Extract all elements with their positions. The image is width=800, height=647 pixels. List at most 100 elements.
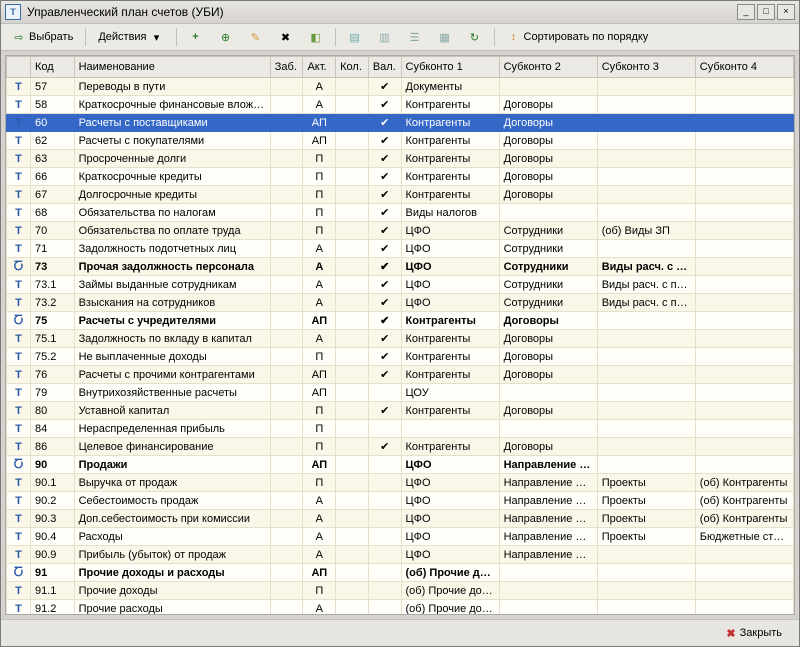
cell-zab [270, 96, 303, 114]
cell-sub3 [597, 96, 695, 114]
table-row[interactable]: T71Задолжность подотчетных лицА✔ЦФОСотру… [7, 240, 794, 258]
table-row[interactable]: T75.2Не выплаченные доходыП✔КонтрагентыД… [7, 348, 794, 366]
cell-sub1: (об) Прочие до… [401, 564, 499, 582]
data-grid[interactable]: КодНаименованиеЗаб.Акт.Кол.Вал.Субконто … [5, 55, 795, 615]
table-row[interactable]: T60Расчеты с поставщикамиАП✔КонтрагентыД… [7, 114, 794, 132]
select-label: Выбрать [29, 31, 73, 43]
cell-kol [336, 258, 369, 276]
sort-button[interactable]: ↕ Сортировать по порядку [500, 26, 656, 48]
cell-act: А [303, 600, 336, 616]
cell-sub2: Договоры [499, 348, 597, 366]
table-row[interactable]: T76Расчеты с прочими контрагентамиАП✔Кон… [7, 366, 794, 384]
table-row[interactable]: T84Нераспределенная прибыльП [7, 420, 794, 438]
table-row[interactable]: T57Переводы в путиА✔Документы [7, 78, 794, 96]
cell-name: Прочая задолжность персонала [74, 258, 270, 276]
cell-val: ✔ [368, 150, 401, 168]
cell-sub4 [695, 186, 793, 204]
cell-val: ✔ [368, 402, 401, 420]
column-header[interactable]: Наименование [74, 57, 270, 78]
table-row[interactable]: T73.2Взыскания на сотрудниковА✔ЦФОСотруд… [7, 294, 794, 312]
tool1-button[interactable]: ▤ [341, 26, 369, 48]
close-footer-button[interactable]: ✖ Закрыть [717, 624, 791, 643]
column-header[interactable]: Субконто 3 [597, 57, 695, 78]
table-row[interactable]: T62Расчеты с покупателямиАП✔КонтрагентыД… [7, 132, 794, 150]
tool2-button[interactable]: ▥ [371, 26, 399, 48]
add-group-button[interactable]: ⊕ [212, 26, 240, 48]
table-row[interactable]: T68Обязательства по налогамП✔Виды налого… [7, 204, 794, 222]
column-header[interactable]: Акт. [303, 57, 336, 78]
cell-sub3 [597, 438, 695, 456]
cell-zab [270, 474, 303, 492]
table-row[interactable]: T73.1Займы выданные сотрудникамА✔ЦФОСотр… [7, 276, 794, 294]
cell-name: Переводы в пути [74, 78, 270, 96]
cell-act: А [303, 510, 336, 528]
column-header[interactable]: Вал. [368, 57, 401, 78]
row-type-icon: T [7, 132, 31, 150]
cell-sub2 [499, 600, 597, 616]
table-row[interactable]: T91.1Прочие доходыП(об) Прочие доход… [7, 582, 794, 600]
cell-val [368, 384, 401, 402]
column-header[interactable] [7, 57, 31, 78]
table-row[interactable]: Ⴀ75Расчеты с учредителямиАП✔КонтрагентыД… [7, 312, 794, 330]
select-button[interactable]: ⇨ Выбрать [5, 26, 80, 48]
actions-label: Действия [98, 31, 146, 43]
column-header[interactable]: Субконто 4 [695, 57, 793, 78]
table-row[interactable]: T66Краткосрочные кредитыП✔КонтрагентыДог… [7, 168, 794, 186]
table-row[interactable]: T58Краткосрочные финансовые вложенияА✔Ко… [7, 96, 794, 114]
cell-sub2 [499, 204, 597, 222]
column-header[interactable]: Субконто 2 [499, 57, 597, 78]
table-row[interactable]: T79Внутрихозяйственные расчетыАПЦОУ [7, 384, 794, 402]
refresh-button[interactable]: ↻ [461, 26, 489, 48]
column-header[interactable]: Код [30, 57, 74, 78]
minimize-button[interactable]: _ [737, 4, 755, 20]
cell-sub3 [597, 348, 695, 366]
table-row[interactable]: T86Целевое финансированиеП✔КонтрагентыДо… [7, 438, 794, 456]
table-row[interactable]: T90.3Доп.себестоимость при комиссииАЦФОН… [7, 510, 794, 528]
maximize-button[interactable]: □ [757, 4, 775, 20]
cell-zab [270, 312, 303, 330]
table-row[interactable]: T75.1Задолжность по вкладу в капиталА✔Ко… [7, 330, 794, 348]
cell-name: Расчеты с прочими контрагентами [74, 366, 270, 384]
table-row[interactable]: T90.2Себестоимость продажАЦФОНаправление… [7, 492, 794, 510]
table-row[interactable]: Ⴀ91Прочие доходы и расходыАП(об) Прочие … [7, 564, 794, 582]
cell-val: ✔ [368, 204, 401, 222]
table-row[interactable]: Ⴀ90ПродажиАПЦФОНаправление деят… [7, 456, 794, 474]
row-type-icon: T [7, 510, 31, 528]
cell-sub4 [695, 258, 793, 276]
cell-code: 70 [30, 222, 74, 240]
table-row[interactable]: T70Обязательства по оплате трудаП✔ЦФОСот… [7, 222, 794, 240]
add-button[interactable]: + [182, 26, 210, 48]
row-type-icon: T [7, 204, 31, 222]
table-row[interactable]: T90.9Прибыль (убыток) от продажАЦФОНапра… [7, 546, 794, 564]
cell-zab [270, 168, 303, 186]
table-row[interactable]: T80Уставной капиталП✔КонтрагентыДоговоры [7, 402, 794, 420]
tool3-button[interactable]: ☰ [401, 26, 429, 48]
cell-act: П [303, 204, 336, 222]
cell-zab [270, 456, 303, 474]
row-type-icon: T [7, 222, 31, 240]
tool4-button[interactable]: ▦ [431, 26, 459, 48]
cell-name: Задолжность подотчетных лиц [74, 240, 270, 258]
cell-kol [336, 546, 369, 564]
table-row[interactable]: T63Просроченные долгиП✔КонтрагентыДогово… [7, 150, 794, 168]
cell-sub3 [597, 330, 695, 348]
table-row[interactable]: T67Долгосрочные кредитыП✔КонтрагентыДого… [7, 186, 794, 204]
close-button[interactable]: × [777, 4, 795, 20]
column-header[interactable]: Кол. [336, 57, 369, 78]
cell-kol [336, 294, 369, 312]
cell-code: 71 [30, 240, 74, 258]
edit-button[interactable]: ✎ [242, 26, 270, 48]
table-row[interactable]: T90.4РасходыАЦФОНаправление деятель…Прое… [7, 528, 794, 546]
table-row[interactable]: T90.1Выручка от продажПЦФОНаправление де… [7, 474, 794, 492]
row-type-icon: T [7, 330, 31, 348]
cell-name: Обязательства по оплате труда [74, 222, 270, 240]
mark-button[interactable]: ◧ [302, 26, 330, 48]
cell-sub4 [695, 330, 793, 348]
delete-button[interactable]: ✖ [272, 26, 300, 48]
actions-menu[interactable]: Действия ▾ [91, 26, 170, 48]
column-header[interactable]: Субконто 1 [401, 57, 499, 78]
table-row[interactable]: Ⴀ73Прочая задолжность персоналаА✔ЦФОСотр… [7, 258, 794, 276]
column-header[interactable]: Заб. [270, 57, 303, 78]
table-row[interactable]: T91.2Прочие расходыА(об) Прочие доход… [7, 600, 794, 616]
cell-kol [336, 240, 369, 258]
